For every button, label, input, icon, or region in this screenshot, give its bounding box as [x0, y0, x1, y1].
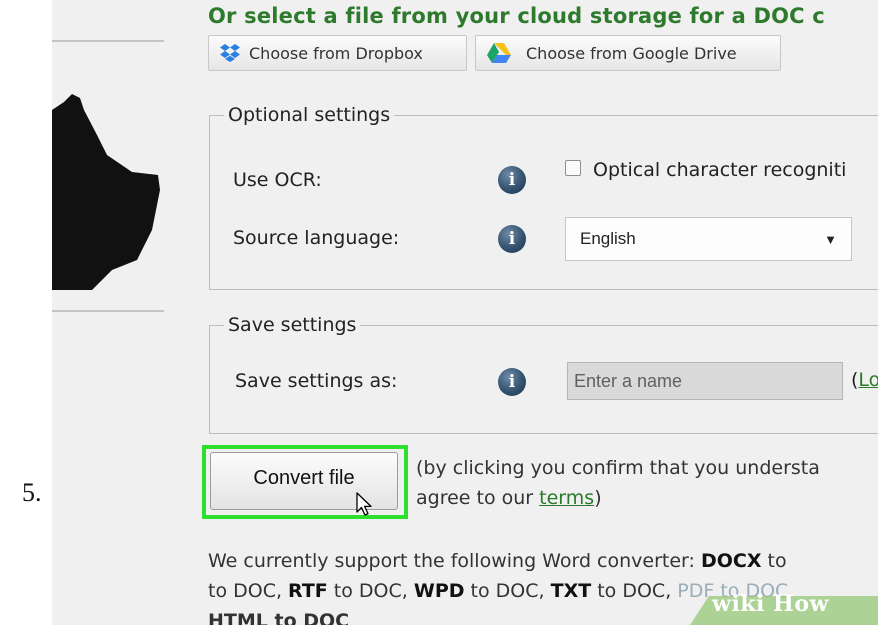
ocr-checkbox[interactable]: [565, 160, 581, 176]
wikihow-watermark-text: wiki How: [712, 591, 829, 617]
support-line-1: We currently support the following Word …: [208, 546, 878, 576]
use-ocr-label: Use OCR:: [233, 169, 322, 191]
dropbox-icon: [219, 43, 241, 63]
source-language-info-icon[interactable]: i: [498, 225, 526, 253]
support-format-wpd: WPD: [413, 580, 465, 602]
confirm-line-2-suffix: ): [594, 487, 602, 509]
load-link-text: Lo: [858, 369, 878, 391]
support-line-1-suffix: to: [761, 550, 787, 572]
dropdown-arrow-icon: ▼: [824, 231, 837, 247]
ocr-info-icon[interactable]: i: [498, 166, 526, 194]
support-segment: to DOC,: [591, 580, 678, 602]
sidebar-divider-bottom: [52, 310, 164, 312]
dropbox-button-label: Choose from Dropbox: [249, 43, 423, 63]
sidebar-divider-top: [52, 40, 164, 42]
confirm-line-1: (by clicking you confirm that you unders…: [416, 457, 820, 479]
support-segment: to DOC,: [327, 580, 414, 602]
terms-link[interactable]: terms: [539, 487, 594, 509]
google-drive-icon: [486, 42, 512, 64]
mouse-cursor-icon: [356, 492, 372, 516]
choose-from-google-drive-button[interactable]: Choose from Google Drive: [475, 35, 781, 71]
optional-settings-group: Optional settings: [209, 104, 878, 290]
load-settings-link[interactable]: (Lo: [851, 369, 878, 391]
step-number: 5.: [22, 478, 42, 507]
source-language-value: English: [580, 229, 636, 248]
ocr-checkbox-label[interactable]: Optical character recogniti: [593, 159, 846, 181]
support-segment: to DOC,: [464, 580, 551, 602]
cloud-storage-heading: Or select a file from your cloud storage…: [208, 4, 825, 28]
support-line-1-prefix: We currently support the following Word …: [208, 550, 701, 572]
save-settings-info-icon[interactable]: i: [498, 368, 526, 396]
source-language-label: Source language:: [233, 227, 400, 249]
google-drive-button-label: Choose from Google Drive: [526, 43, 737, 63]
confirm-line-2-prefix: agree to our: [416, 487, 540, 509]
convert-confirmation-text: (by clicking you confirm that you unders…: [416, 453, 820, 513]
save-settings-legend: Save settings: [228, 314, 357, 336]
confirm-line-2: agree to our terms): [416, 483, 820, 513]
screenshot-frame: Or select a file from your cloud storage…: [52, 0, 878, 625]
save-settings-as-label: Save settings as:: [235, 370, 398, 392]
choose-from-dropbox-button[interactable]: Choose from Dropbox: [208, 35, 467, 71]
support-segment: to DOC,: [208, 580, 289, 602]
support-format-txt: TXT: [550, 580, 592, 602]
optional-settings-legend: Optional settings: [228, 104, 391, 126]
support-line-1-bold: DOCX: [700, 550, 762, 572]
sidebar-silhouette-image: [52, 94, 160, 290]
settings-name-input[interactable]: [567, 362, 843, 400]
support-format-rtf: RTF: [288, 580, 328, 602]
source-language-select[interactable]: English ▼: [565, 217, 852, 261]
